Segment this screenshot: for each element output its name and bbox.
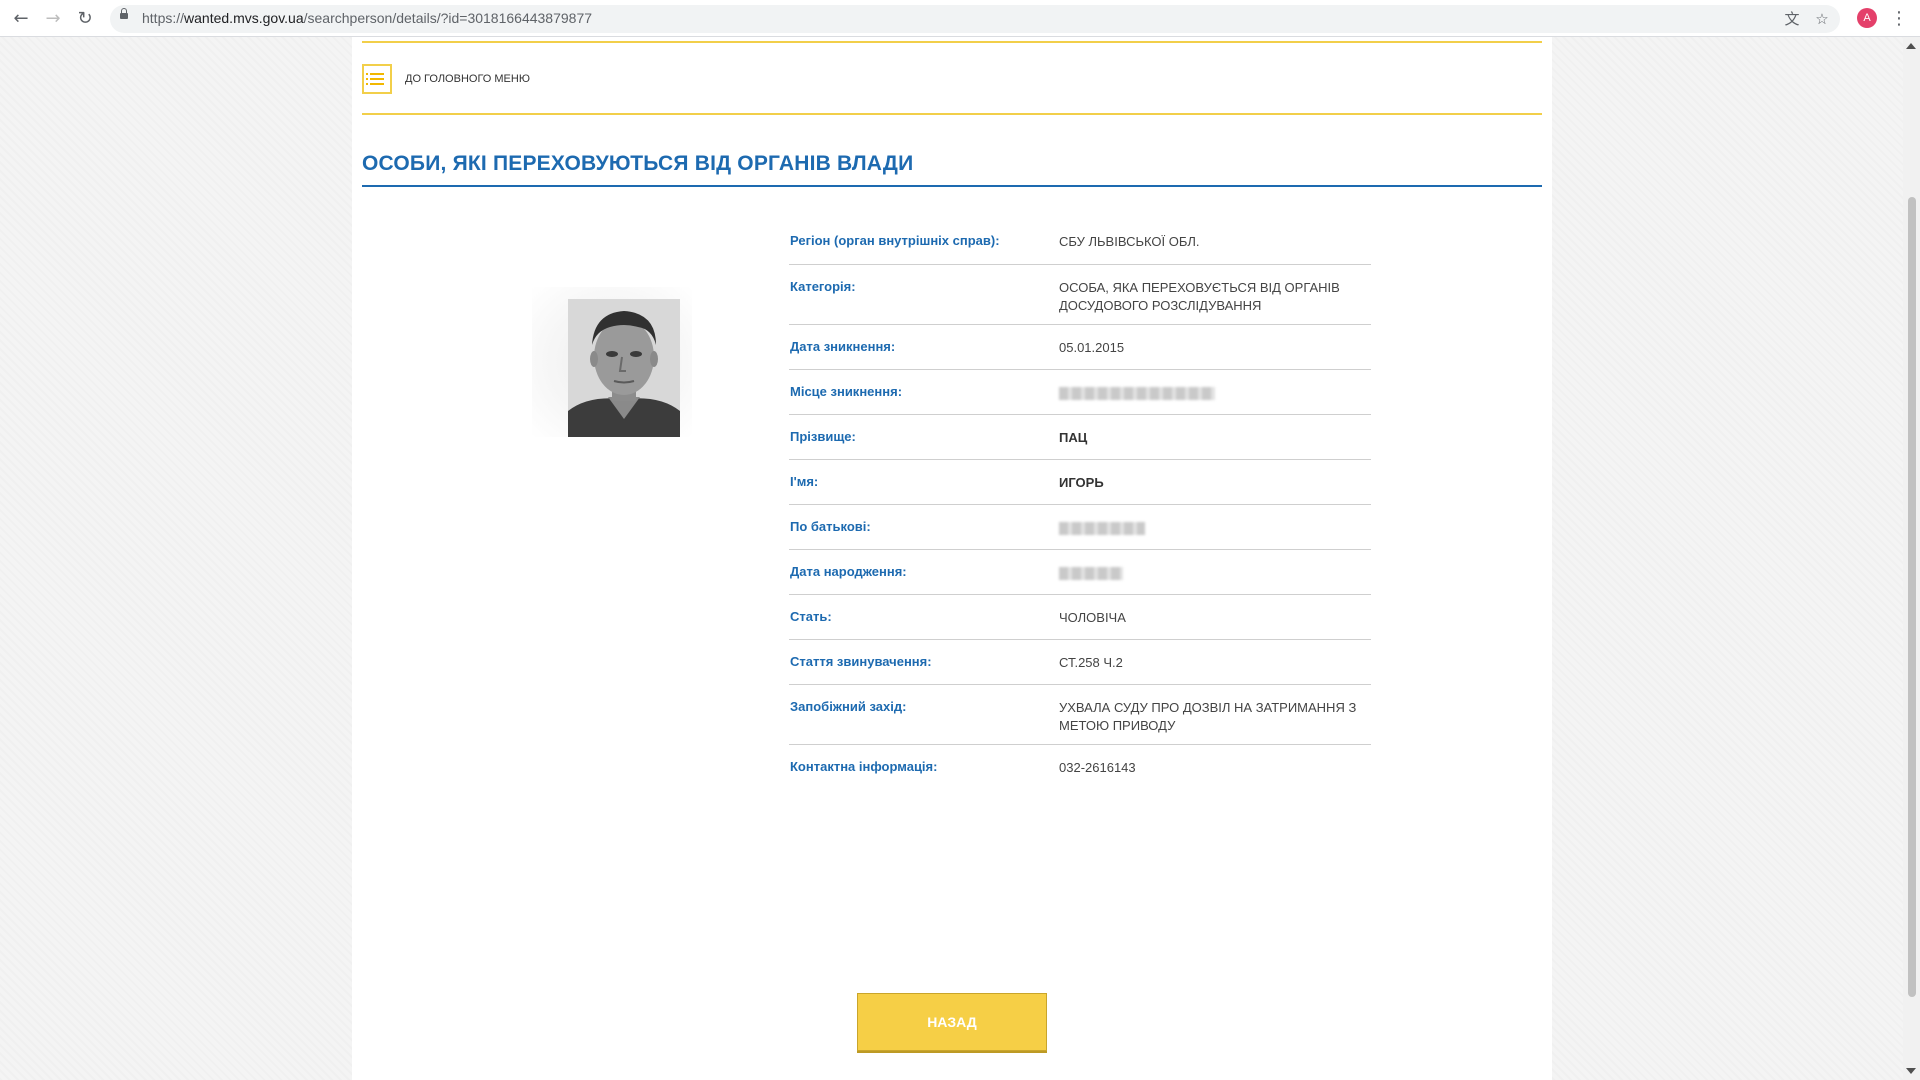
title-underline [362, 185, 1542, 187]
top-divider [362, 41, 1542, 43]
redacted-value [1059, 387, 1215, 400]
url-path: /searchperson/details/?id=30181664438798… [303, 10, 593, 26]
detail-row-disappearance-place: Місце зникнення: [789, 370, 1371, 415]
detail-value: ПАЦ [1059, 430, 1088, 445]
translate-icon[interactable]: 文 [1782, 9, 1802, 29]
detail-value: ЧОЛОВІЧА [1059, 610, 1126, 625]
back-button[interactable]: НАЗАД [857, 993, 1047, 1051]
detail-row-category: Категорія: ОСОБА, ЯКА ПЕРЕХОВУЄТЬСЯ ВІД … [789, 265, 1371, 325]
menu-dots-icon[interactable]: ⋮ [1890, 8, 1908, 30]
detail-row-charge-article: Стаття звинувачення: СТ.258 Ч.2 [789, 640, 1371, 685]
detail-value: СТ.258 Ч.2 [1059, 655, 1123, 670]
detail-label: І'мя: [790, 474, 819, 489]
detail-label: Категорія: [790, 279, 856, 294]
detail-value: ОСОБА, ЯКА ПЕРЕХОВУЄТЬСЯ ВІД ОРГАНІВ ДОС… [1059, 280, 1340, 313]
redacted-value [1059, 567, 1123, 580]
detail-row-surname: Прізвище: ПАЦ [789, 415, 1371, 460]
url-text[interactable]: https://wanted.mvs.gov.ua/searchperson/d… [142, 10, 592, 26]
main-content: ДО ГОЛОВНОГО МЕНЮ ОСОБИ, ЯКІ ПЕРЕХОВУЮТЬ… [352, 37, 1552, 1080]
detail-label: Стаття звинувачення: [790, 654, 932, 669]
detail-label: Місце зникнення: [790, 384, 903, 399]
detail-value: СБУ ЛЬВІВСЬКОЇ ОБЛ. [1059, 234, 1200, 249]
forward-arrow-icon[interactable]: → [42, 8, 64, 30]
page-viewport: ДО ГОЛОВНОГО МЕНЮ ОСОБИ, ЯКІ ПЕРЕХОВУЮТЬ… [0, 37, 1903, 1080]
detail-label: Дата зникнення: [790, 339, 896, 354]
detail-label: Регіон (орган внутрішніх справ): [790, 233, 1000, 248]
detail-row-preventive-measure: Запобіжний захід: УХВАЛА СУДУ ПРО ДОЗВІЛ… [789, 685, 1371, 745]
detail-label: Контактна інформація: [790, 759, 938, 774]
back-arrow-icon[interactable]: ← [10, 8, 32, 30]
detail-label: Запобіжний захід: [790, 699, 907, 714]
main-menu-link[interactable]: ДО ГОЛОВНОГО МЕНЮ [405, 73, 530, 85]
detail-row-birth-date: Дата народження: [789, 550, 1371, 595]
detail-label: Дата народження: [790, 564, 907, 579]
url-host: wanted.mvs.gov.ua [184, 10, 304, 26]
profile-avatar[interactable]: A [1857, 8, 1877, 28]
star-icon[interactable]: ☆ [1812, 9, 1832, 29]
detail-label: Стать: [790, 609, 832, 624]
person-photo [568, 299, 680, 437]
reload-icon[interactable]: ↻ [74, 8, 96, 30]
detail-label: Прізвище: [790, 429, 856, 444]
detail-value: 05.01.2015 [1059, 340, 1125, 355]
person-details: Регіон (орган внутрішніх справ): СБУ ЛЬВ… [789, 219, 1371, 790]
scroll-down-arrow-icon[interactable] [1906, 1068, 1916, 1074]
detail-row-disappearance-date: Дата зникнення: 05.01.2015 [789, 325, 1371, 370]
vertical-scrollbar[interactable] [1903, 37, 1920, 1080]
scroll-thumb[interactable] [1908, 197, 1916, 997]
detail-row-sex: Стать: ЧОЛОВІЧА [789, 595, 1371, 640]
detail-value: УХВАЛА СУДУ ПРО ДОЗВІЛ НА ЗАТРИМАННЯ З М… [1059, 700, 1357, 733]
menu-divider [362, 113, 1542, 115]
list-icon[interactable] [362, 64, 392, 94]
browser-toolbar: ← → ↻ https://wanted.mvs.gov.ua/searchpe… [0, 0, 1920, 37]
person-photo-frame [532, 287, 692, 437]
scroll-up-arrow-icon[interactable] [1906, 43, 1916, 49]
detail-row-patronymic: По батькові: [789, 505, 1371, 550]
detail-row-region: Регіон (орган внутрішніх справ): СБУ ЛЬВ… [789, 219, 1371, 265]
lock-icon [120, 8, 128, 19]
detail-row-first-name: І'мя: ИГОРЬ [789, 460, 1371, 505]
redacted-value [1059, 522, 1145, 535]
url-prefix: https:// [142, 10, 185, 26]
page-title: ОСОБИ, ЯКІ ПЕРЕХОВУЮТЬСЯ ВІД ОРГАНІВ ВЛА… [362, 152, 914, 175]
detail-value: ИГОРЬ [1059, 475, 1104, 490]
detail-label: По батькові: [790, 519, 871, 534]
detail-value: 032-2616143 [1059, 760, 1136, 775]
detail-row-contact: Контактна інформація: 032-2616143 [789, 745, 1371, 790]
address-bar[interactable]: https://wanted.mvs.gov.ua/searchperson/d… [110, 5, 1840, 33]
